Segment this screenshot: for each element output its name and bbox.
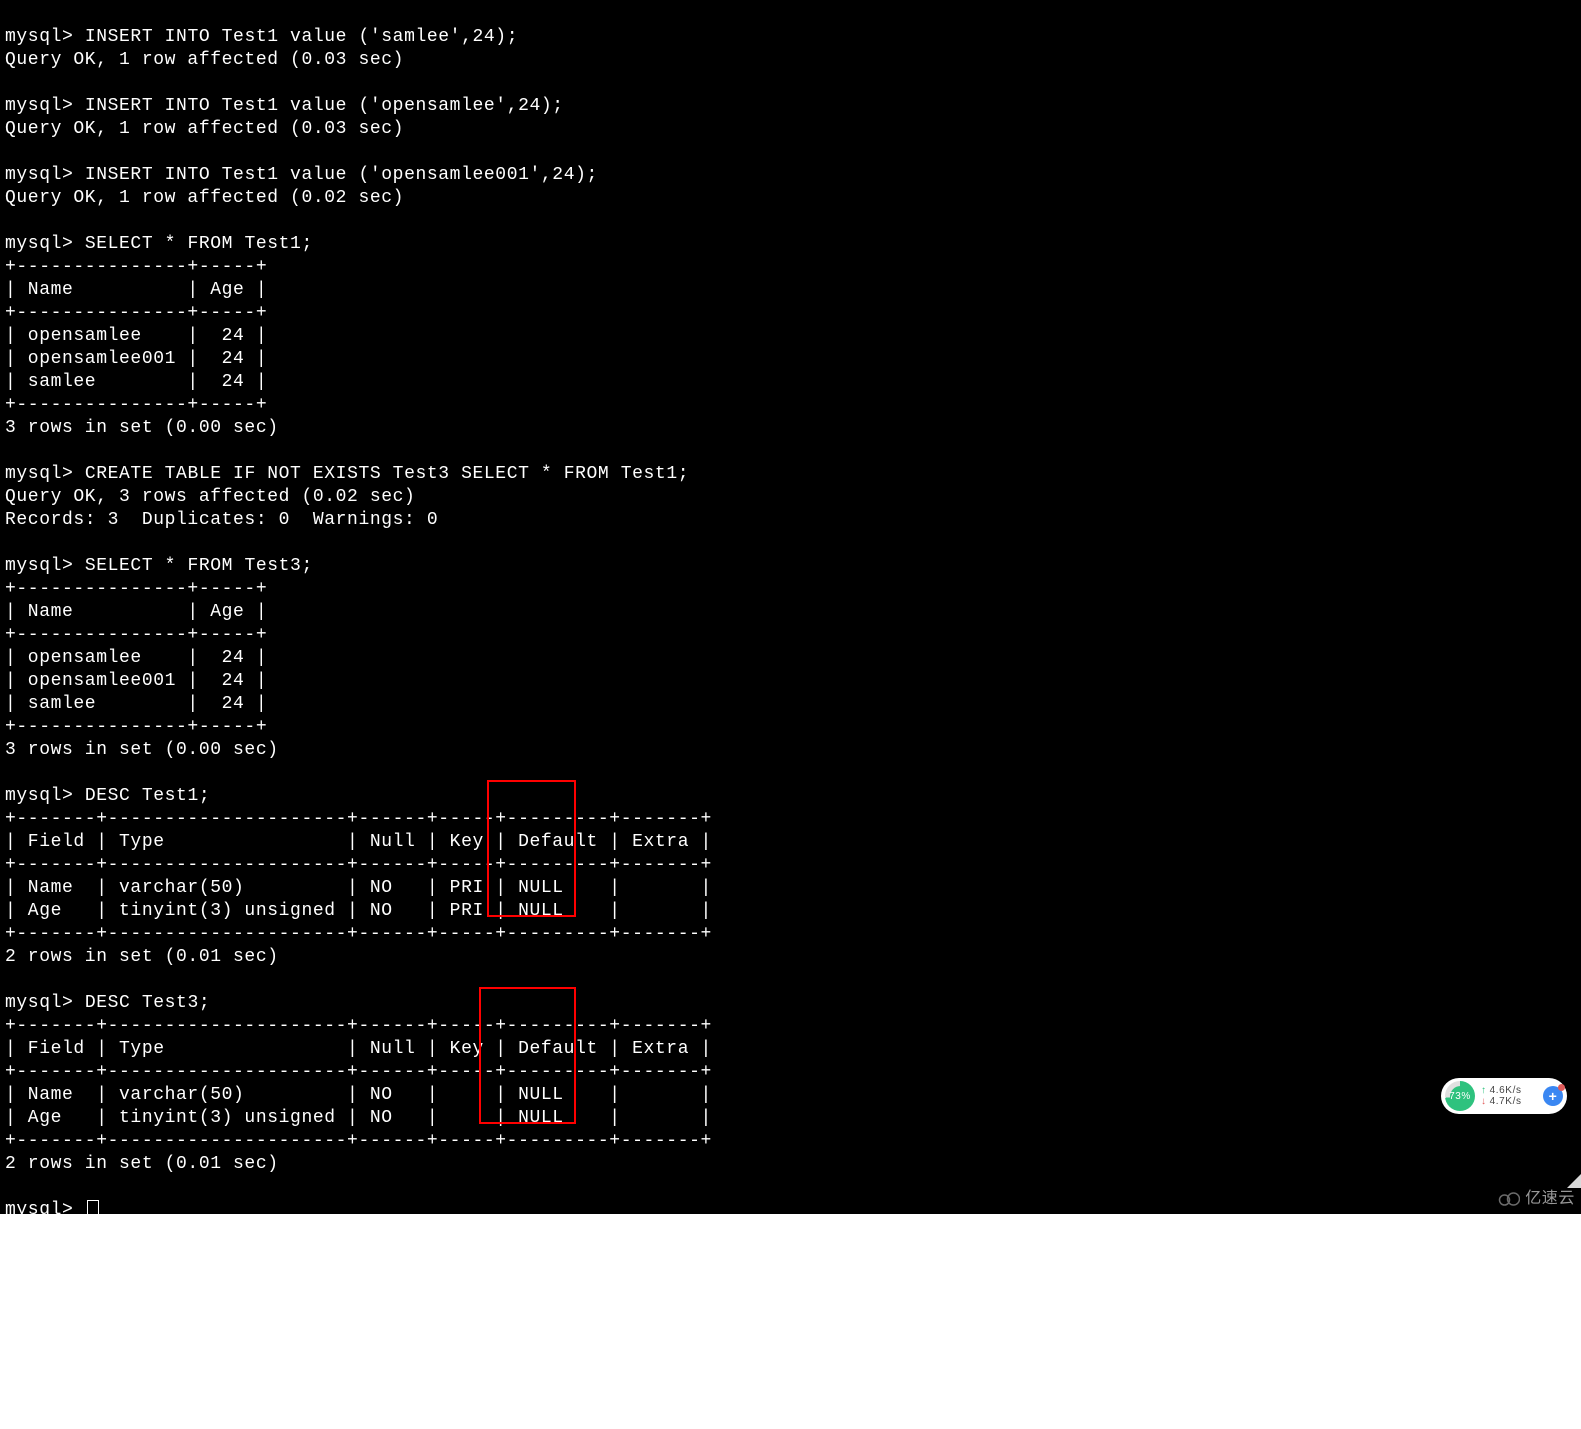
expand-button[interactable]: + [1543, 1086, 1563, 1106]
rows-result: 3 rows in set (0.00 sec) [5, 418, 279, 438]
network-monitor-widget[interactable]: 73% ↑4.6K/s ↓4.7K/s + [1441, 1078, 1567, 1114]
table-sep: +---------------+-----+ [5, 395, 267, 415]
desc-row: | Name | varchar(50) | NO | | NULL | | [5, 1085, 712, 1105]
watermark-text: 亿速云 [1525, 1187, 1575, 1210]
sql-create-table: CREATE TABLE IF NOT EXISTS Test3 SELECT … [73, 464, 689, 484]
table-row: | opensamlee | 24 | [5, 648, 267, 668]
prompt: mysql> [5, 96, 73, 116]
prompt: mysql> [5, 786, 73, 806]
table-head: | Name | Age | [5, 280, 267, 300]
result-ok-3: Query OK, 1 row affected (0.02 sec) [5, 188, 404, 208]
sql-insert-1: INSERT INTO Test1 value ('samlee',24); [73, 27, 518, 47]
rows-result: 2 rows in set (0.01 sec) [5, 947, 279, 967]
sql-select-test1: SELECT * FROM Test1; [73, 234, 312, 254]
sql-insert-2: INSERT INTO Test1 value ('opensamlee',24… [73, 96, 563, 116]
records-line: Records: 3 Duplicates: 0 Warnings: 0 [5, 510, 438, 530]
sql-desc-test1: DESC Test1; [73, 786, 210, 806]
upload-arrow-icon: ↑ [1481, 1085, 1487, 1096]
cpu-usage-gauge: 73% [1445, 1081, 1475, 1111]
table-sep: +---------------+-----+ [5, 717, 267, 737]
upload-speed: 4.6K/s [1490, 1085, 1522, 1096]
table-row: | opensamlee001 | 24 | [5, 349, 267, 369]
cursor [87, 1200, 99, 1220]
network-speeds: ↑4.6K/s ↓4.7K/s [1481, 1085, 1543, 1107]
sql-insert-3: INSERT INTO Test1 value ('opensamlee001'… [73, 165, 597, 185]
desc-sep: +-------+---------------------+------+--… [5, 855, 712, 875]
prompt: mysql> [5, 993, 73, 1013]
table-sep: +---------------+-----+ [5, 303, 267, 323]
table-sep: +---------------+-----+ [5, 257, 267, 277]
sql-desc-test3: DESC Test3; [73, 993, 210, 1013]
desc-sep: +-------+---------------------+------+--… [5, 1131, 712, 1151]
prompt: mysql> [5, 464, 73, 484]
desc-head: | Field | Type | Null | Key | Default | … [5, 832, 712, 852]
watermark-logo-icon [1498, 1192, 1520, 1206]
download-speed: 4.7K/s [1490, 1096, 1522, 1107]
prompt: mysql> [5, 556, 73, 576]
desc-row: | Age | tinyint(3) unsigned | NO | | NUL… [5, 1108, 712, 1128]
mysql-terminal[interactable]: mysql> INSERT INTO Test1 value ('samlee'… [0, 0, 1581, 1214]
desc-sep: +-------+---------------------+------+--… [5, 924, 712, 944]
table-row: | samlee | 24 | [5, 694, 267, 714]
table-row: | samlee | 24 | [5, 372, 267, 392]
desc-row: | Age | tinyint(3) unsigned | NO | PRI |… [5, 901, 712, 921]
result-ok-1: Query OK, 1 row affected (0.03 sec) [5, 50, 404, 70]
table-head: | Name | Age | [5, 602, 267, 622]
table-row: | opensamlee001 | 24 | [5, 671, 267, 691]
desc-head: | Field | Type | Null | Key | Default | … [5, 1039, 712, 1059]
resize-handle-icon [1567, 1174, 1581, 1188]
desc-sep: +-------+---------------------+------+--… [5, 809, 712, 829]
rows-result: 3 rows in set (0.00 sec) [5, 740, 279, 760]
prompt: mysql> [5, 234, 73, 254]
prompt: mysql> [5, 1200, 73, 1220]
table-sep: +---------------+-----+ [5, 579, 267, 599]
desc-sep: +-------+---------------------+------+--… [5, 1016, 712, 1036]
desc-sep: +-------+---------------------+------+--… [5, 1062, 712, 1082]
desc-row: | Name | varchar(50) | NO | PRI | NULL |… [5, 878, 712, 898]
prompt: mysql> [5, 27, 73, 47]
result-ok-2: Query OK, 1 row affected (0.03 sec) [5, 119, 404, 139]
sql-select-test3: SELECT * FROM Test3; [73, 556, 312, 576]
result-create-ok: Query OK, 3 rows affected (0.02 sec) [5, 487, 415, 507]
prompt: mysql> [5, 165, 73, 185]
download-arrow-icon: ↓ [1481, 1096, 1487, 1107]
table-sep: +---------------+-----+ [5, 625, 267, 645]
cpu-usage-percent: 73% [1450, 1086, 1471, 1107]
table-row: | opensamlee | 24 | [5, 326, 267, 346]
rows-result: 2 rows in set (0.01 sec) [5, 1154, 279, 1174]
watermark: 亿速云 [1498, 1187, 1575, 1210]
notification-dot-icon [1558, 1084, 1565, 1091]
